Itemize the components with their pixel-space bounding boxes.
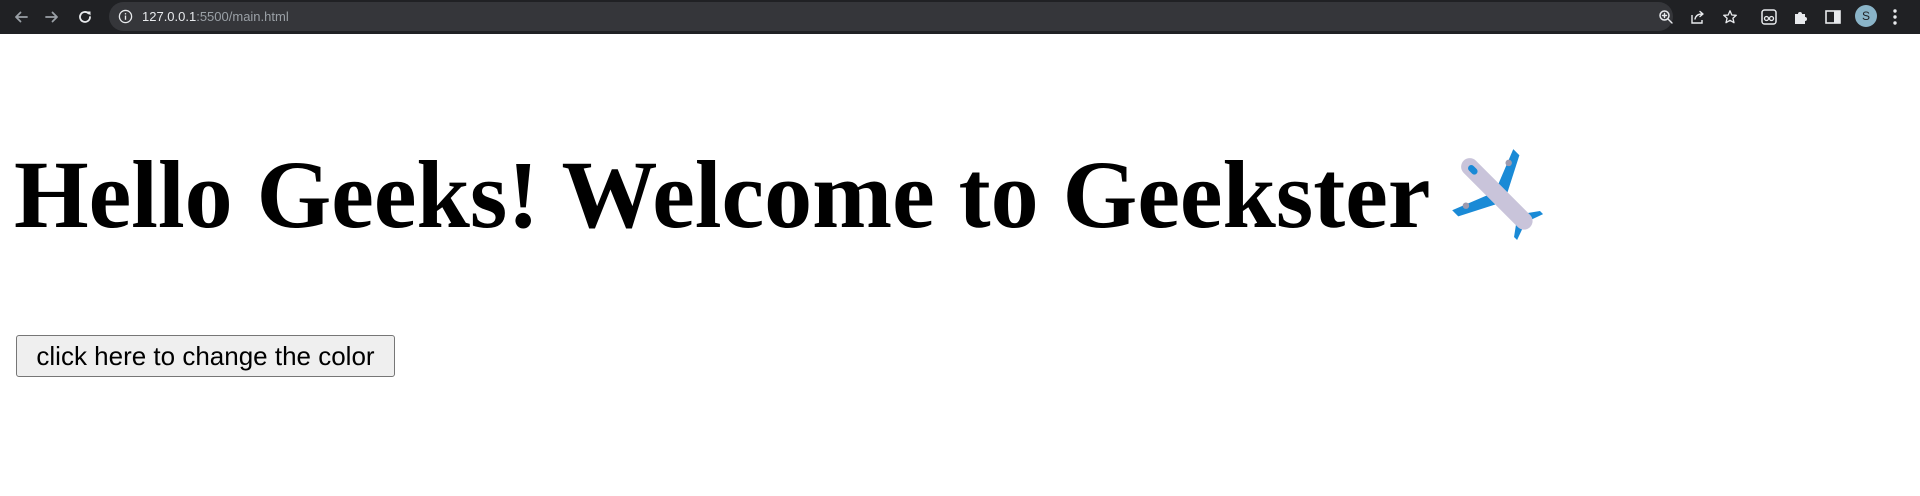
page-title: Hello Geeks! Welcome to Geekster [14,141,1431,248]
zoom-icon[interactable] [1658,9,1674,25]
star-icon[interactable] [1722,9,1738,25]
puzzle-icon[interactable] [1792,8,1810,26]
url-text[interactable]: 127.0.0.1:5500/main.html [142,9,289,24]
avatar[interactable]: S [1855,5,1877,27]
browser-toolbar: 127.0.0.1:5500/main.html S [0,0,1920,34]
extension-icon[interactable] [1760,8,1778,26]
forward-button[interactable] [42,7,62,27]
address-bar[interactable]: 127.0.0.1:5500/main.html [109,2,1737,31]
side-panel-icon[interactable] [1824,8,1842,26]
airplane-icon [1452,149,1544,241]
kebab-menu-icon[interactable] [1893,8,1897,26]
arrow-left-icon [15,11,28,23]
change-color-button[interactable]: click here to change the color [16,335,395,377]
reload-icon [79,11,91,23]
page-content: Hello Geeks! Welcome to Geekster click h… [0,34,1920,496]
info-icon[interactable] [118,9,133,24]
url-path: :5500/main.html [196,9,289,24]
arrow-right-icon [45,11,58,23]
back-button[interactable] [11,7,31,27]
share-icon[interactable] [1690,9,1706,25]
url-host: 127.0.0.1 [142,9,197,24]
heading-row: Hello Geeks! Welcome to Geekster [14,139,1552,251]
reload-button[interactable] [75,7,95,27]
